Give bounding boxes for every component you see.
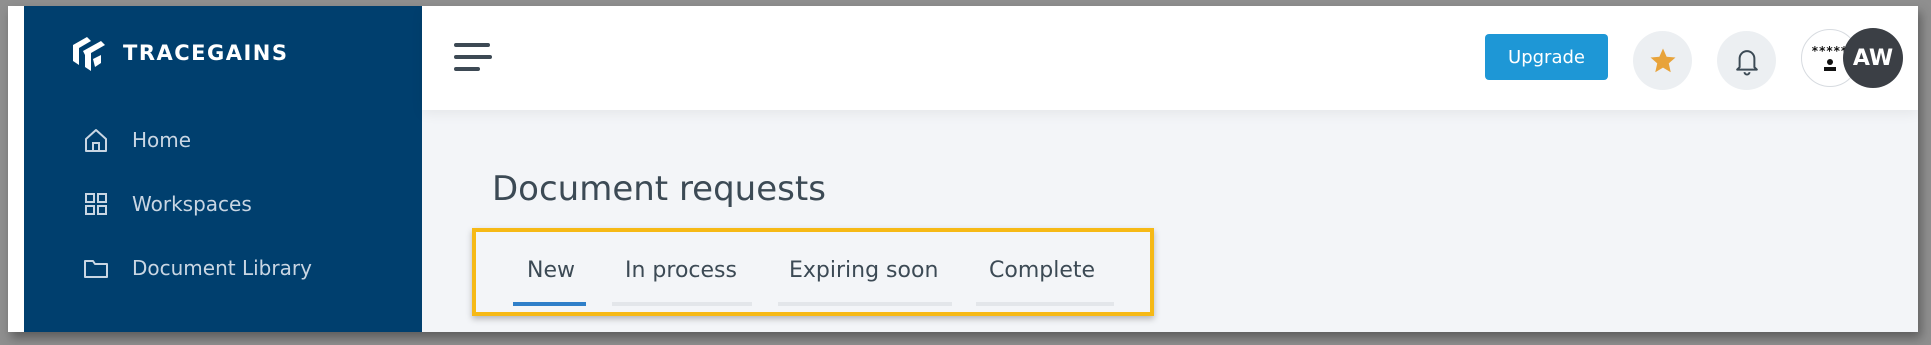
left-margin xyxy=(8,6,24,332)
user-menu[interactable]: ***** AW xyxy=(1801,28,1918,90)
tab-underline xyxy=(976,302,1114,306)
sidebar-item-home[interactable]: Home xyxy=(82,126,191,154)
sidebar-item-label: Workspaces xyxy=(132,192,252,216)
tab-active-indicator xyxy=(513,302,586,306)
avatar: AW xyxy=(1843,28,1903,88)
sidebar-item-document-library[interactable]: Document Library xyxy=(82,254,312,282)
brand-logo[interactable]: TRACEGAINS xyxy=(67,31,289,75)
menu-icon[interactable] xyxy=(454,43,492,73)
person-icon xyxy=(1823,59,1836,71)
sidebar: TRACEGAINS Home Workspaces Document Libr… xyxy=(24,6,422,332)
folder-icon xyxy=(84,260,108,278)
sidebar-item-workspaces[interactable]: Workspaces xyxy=(82,190,252,218)
tab-complete[interactable]: Complete xyxy=(989,258,1095,283)
bell-icon xyxy=(1735,49,1758,75)
page-title: Document requests xyxy=(492,169,826,209)
home-icon xyxy=(85,129,107,152)
sidebar-item-label: Home xyxy=(132,128,192,152)
app-window: TRACEGAINS Home Workspaces Document Libr… xyxy=(8,6,1918,332)
top-bar: Upgrade ***** AW xyxy=(422,6,1918,110)
upgrade-button[interactable]: Upgrade xyxy=(1485,34,1608,80)
notifications-button[interactable] xyxy=(1717,31,1776,90)
tab-in-process[interactable]: In process xyxy=(625,258,737,283)
brand-name: TRACEGAINS xyxy=(123,41,289,65)
tab-underline xyxy=(778,302,952,306)
favorites-button[interactable] xyxy=(1633,31,1692,90)
request-status-tabs: New In process Expiring soon Complete xyxy=(472,228,1154,316)
tracegains-logo-icon xyxy=(73,37,105,71)
tab-expiring-soon[interactable]: Expiring soon xyxy=(789,258,938,283)
tab-new[interactable]: New xyxy=(527,258,575,283)
sidebar-item-label: Document Library xyxy=(132,256,312,280)
tab-underline xyxy=(612,302,752,306)
star-icon xyxy=(1650,48,1675,72)
grid-icon xyxy=(85,193,107,215)
